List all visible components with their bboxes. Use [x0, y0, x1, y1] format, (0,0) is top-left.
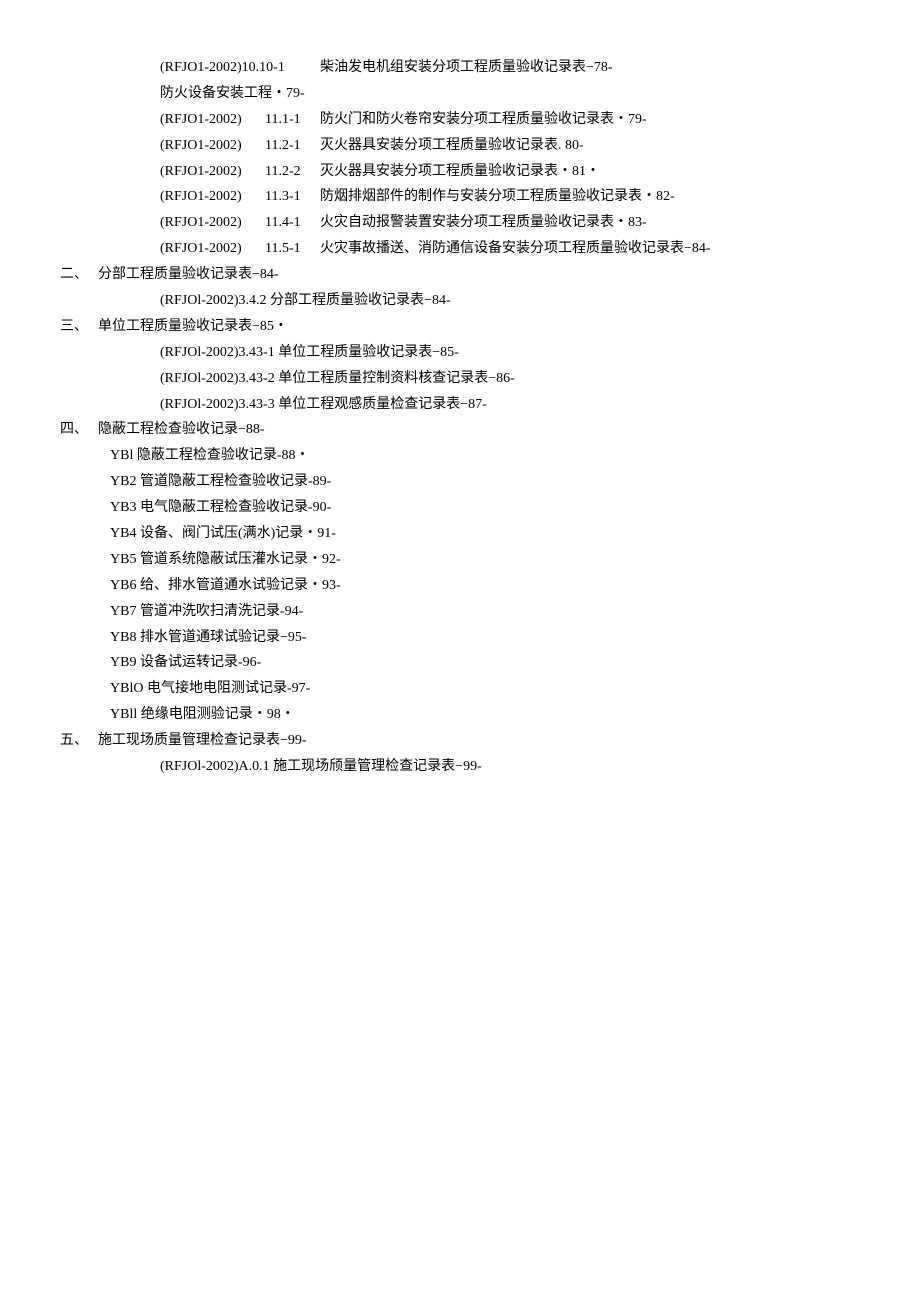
toc-code-line: (RFJO1-2002) 11.5-1 火灾事故播送、消防通信设备安装分项工程质…: [60, 236, 860, 262]
desc-value: 火灾事故播送、消防通信设备安装分项工程质量验收记录表−84-: [320, 236, 860, 262]
section-heading-2: 二、 分部工程质量验收记录表−84-: [60, 262, 860, 288]
toc-code-line: (RFJO1-2002) 11.2-2 灭火器具安装分项工程质量验收记录表・81…: [60, 159, 860, 185]
code-value: (RFJO1-2002)10.10-1: [160, 55, 320, 81]
num-value: 11.4-1: [265, 210, 320, 236]
section-title: 分部工程质量验收记录表−84-: [98, 262, 860, 288]
code-value: (RFJO1-2002): [160, 159, 265, 185]
desc-value: 火灾自动报警装置安装分项工程质量验收记录表・83-: [320, 210, 860, 236]
desc-value: 防火门和防火卷帘安装分项工程质量验收记录表・79-: [320, 107, 860, 133]
toc-code-line: (RFJO1-2002) 11.1-1 防火门和防火卷帘安装分项工程质量验收记录…: [60, 107, 860, 133]
section-number: 二、: [60, 262, 98, 288]
section-number: 三、: [60, 314, 98, 340]
toc-item: (RFJOl-2002)3.43-3 单位工程观感质量检查记录表−87-: [60, 392, 860, 418]
section-heading-5: 五、 施工现场质量管理检查记录表−99-: [60, 728, 860, 754]
section-title: 单位工程质量验收记录表−85・: [98, 314, 860, 340]
document-body: (RFJO1-2002)10.10-1 柴油发电机组安装分项工程质量验收记录表−…: [60, 55, 860, 780]
toc-item: YB3 电气隐蔽工程检查验收记录-90-: [60, 495, 860, 521]
section-number: 五、: [60, 728, 98, 754]
toc-plain-line: 防火设备安装工程・79-: [60, 81, 860, 107]
desc-value: 灭火器具安装分项工程质量验收记录表. 80-: [320, 133, 860, 159]
toc-item: YB6 给、排水管道通水试验记录・93-: [60, 573, 860, 599]
toc-code-line: (RFJO1-2002) 11.2-1 灭火器具安装分项工程质量验收记录表. 8…: [60, 133, 860, 159]
toc-item: (RFJOl-2002)3.43-1 单位工程质量验收记录表−85-: [60, 340, 860, 366]
toc-item: YB8 排水管道通球试验记录−95-: [60, 625, 860, 651]
toc-item: YB4 设备、阀门试压(满水)记录・91-: [60, 521, 860, 547]
code-value: (RFJO1-2002): [160, 107, 265, 133]
toc-item: YB7 管道冲洗吹扫清洗记录-94-: [60, 599, 860, 625]
code-value: (RFJO1-2002): [160, 184, 265, 210]
toc-item: YB2 管道隐蔽工程检查验收记录-89-: [60, 469, 860, 495]
code-value: (RFJO1-2002): [160, 133, 265, 159]
toc-code-line: (RFJO1-2002) 11.3-1 防烟排烟部件的制作与安装分项工程质量验收…: [60, 184, 860, 210]
num-value: 11.2-1: [265, 133, 320, 159]
section-heading-3: 三、 单位工程质量验收记录表−85・: [60, 314, 860, 340]
toc-item: YBl 隐蔽工程检查验收记录-88・: [60, 443, 860, 469]
toc-item: YB9 设备试运转记录-96-: [60, 650, 860, 676]
desc-value: 灭火器具安装分项工程质量验收记录表・81・: [320, 159, 860, 185]
num-value: 11.2-2: [265, 159, 320, 185]
section-title: 隐蔽工程检查验收记录−88-: [98, 417, 860, 443]
code-value: (RFJO1-2002): [160, 210, 265, 236]
toc-item: YB5 管道系统隐蔽试压灌水记录・92-: [60, 547, 860, 573]
toc-item: YBll 绝缘电阻测验记录・98・: [60, 702, 860, 728]
toc-code-line: (RFJO1-2002)10.10-1 柴油发电机组安装分项工程质量验收记录表−…: [60, 55, 860, 81]
desc-value: 防烟排烟部件的制作与安装分项工程质量验收记录表・82-: [320, 184, 860, 210]
desc-value: 柴油发电机组安装分项工程质量验收记录表−78-: [320, 55, 860, 81]
section-number: 四、: [60, 417, 98, 443]
section-title: 施工现场质量管理检查记录表−99-: [98, 728, 860, 754]
code-value: (RFJO1-2002): [160, 236, 265, 262]
toc-item: (RFJOl-2002)A.0.1 施工现场颀量管理检查记录表−99-: [60, 754, 860, 780]
toc-item: (RFJOl-2002)3.4.2 分部工程质量验收记录表−84-: [60, 288, 860, 314]
num-value: 11.5-1: [265, 236, 320, 262]
toc-code-line: (RFJO1-2002) 11.4-1 火灾自动报警装置安装分项工程质量验收记录…: [60, 210, 860, 236]
num-value: 11.3-1: [265, 184, 320, 210]
num-value: 11.1-1: [265, 107, 320, 133]
toc-item: YBlO 电气接地电阻测试记录-97-: [60, 676, 860, 702]
toc-item: (RFJOl-2002)3.43-2 单位工程质量控制资料核查记录表−86-: [60, 366, 860, 392]
section-heading-4: 四、 隐蔽工程检查验收记录−88-: [60, 417, 860, 443]
